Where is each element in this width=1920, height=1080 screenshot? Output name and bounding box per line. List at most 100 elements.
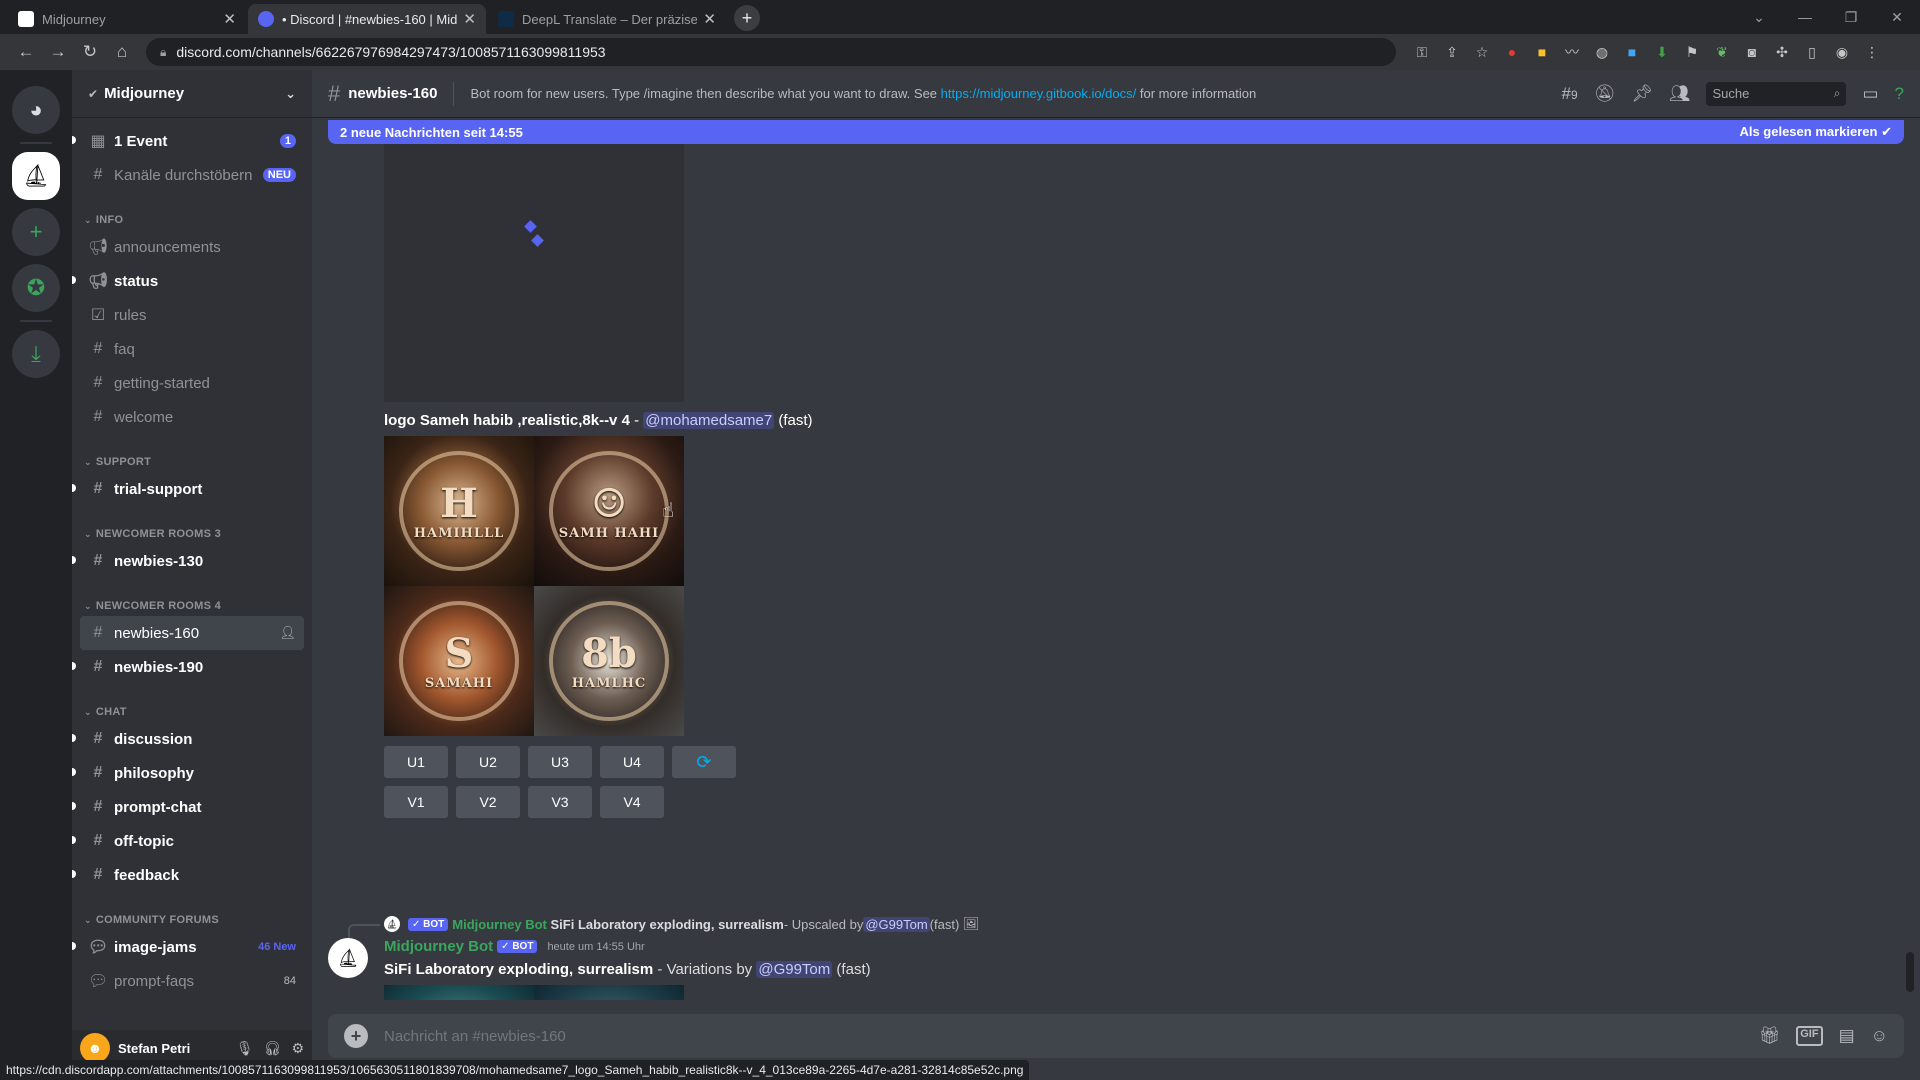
message-composer[interactable]: + Nachricht an #newbies-160 🎁︎ GIF ▤ ☺	[328, 1014, 1904, 1058]
variation-3-button[interactable]: V3	[528, 786, 592, 818]
category-chat[interactable]: ⌄ CHAT	[80, 694, 304, 722]
message-author[interactable]: Midjourney Bot	[384, 938, 493, 955]
new-messages-bar[interactable]: 2 neue Nachrichten seit 14:55 Als gelese…	[328, 120, 1904, 144]
channel-newbies-160[interactable]: # newbies-160 👤︎	[80, 616, 304, 650]
forward-icon[interactable]: →	[42, 42, 74, 62]
back-icon[interactable]: ←	[10, 42, 42, 62]
message-input[interactable]: Nachricht an #newbies-160	[384, 1028, 566, 1045]
emoji-icon[interactable]: ☺	[1871, 1026, 1888, 1046]
channel-topic[interactable]: Bot room for new users. Type /imagine th…	[470, 86, 1256, 101]
category-newcomer-rooms-3[interactable]: ⌄ NEWCOMER ROOMS 3	[80, 516, 304, 544]
channel-getting-started[interactable]: # getting-started	[80, 366, 304, 400]
username[interactable]: Stefan Petri	[118, 1041, 190, 1056]
chevron-down-icon[interactable]: ⌄	[285, 86, 296, 102]
category-newcomer-rooms-4[interactable]: ⌄ NEWCOMER ROOMS 4	[80, 588, 304, 616]
category-info[interactable]: ⌄ INFO	[80, 202, 304, 230]
user-mention[interactable]: @G99Tom	[756, 961, 833, 978]
minimize-icon[interactable]: —	[1782, 9, 1828, 25]
close-tab-icon[interactable]: ✕	[223, 10, 236, 28]
upscale-4-button[interactable]: U4	[600, 746, 664, 778]
events-row[interactable]: ▦ 1 Event 1	[72, 124, 304, 158]
adblock-icon[interactable]: ●	[1502, 44, 1522, 60]
tab-search-icon[interactable]: ⌄	[1736, 9, 1782, 26]
topic-docs-link[interactable]: https://midjourney.gitbook.io/docs/	[941, 86, 1137, 101]
threads-icon[interactable]: #9	[1562, 84, 1578, 104]
channel-off-topic[interactable]: # off-topic	[72, 824, 304, 858]
generated-image-4[interactable]: 8b HAMLHC	[534, 586, 684, 736]
globe-icon[interactable]: ◍	[1592, 44, 1612, 61]
extension-leaf-icon[interactable]: ❦	[1712, 44, 1732, 61]
gif-picker-button[interactable]: GIF	[1796, 1026, 1823, 1046]
menu-icon[interactable]: ⋮	[1862, 44, 1882, 61]
channel-trial-support[interactable]: # trial-support	[72, 472, 304, 506]
address-bar[interactable]: 🔒︎ discord.com/channels/6622679769842974…	[146, 38, 1396, 66]
generated-image-2[interactable]	[534, 985, 684, 1000]
avatar[interactable]: ⛵︎	[328, 938, 368, 978]
upscale-1-button[interactable]: U1	[384, 746, 448, 778]
pin-icon[interactable]: 📌︎	[1631, 84, 1653, 104]
sidepanel-icon[interactable]: ▯	[1802, 44, 1822, 61]
reload-icon[interactable]: ↻	[74, 42, 106, 62]
key-icon[interactable]: ⚿	[1412, 44, 1432, 61]
generated-image-1[interactable]	[384, 985, 534, 1000]
puzzle-icon[interactable]: ✣	[1772, 44, 1792, 61]
member-list-icon[interactable]: 👥︎	[1669, 84, 1691, 104]
forum-prompt-faqs[interactable]: 💬︎ prompt-faqs 84	[80, 964, 304, 998]
variation-4-button[interactable]: V4	[600, 786, 664, 818]
upscale-3-button[interactable]: U3	[528, 746, 592, 778]
mute-microphone-icon[interactable]: 🎙︎	[236, 1040, 254, 1057]
close-tab-icon[interactable]: ✕	[463, 10, 476, 28]
variation-2-button[interactable]: V2	[456, 786, 520, 818]
scrollbar[interactable]	[1906, 144, 1914, 1014]
search-input[interactable]: Suche ⌕	[1706, 81, 1847, 106]
upscale-2-button[interactable]: U2	[456, 746, 520, 778]
invite-user-icon[interactable]: 👤︎	[279, 625, 296, 641]
channel-welcome[interactable]: # welcome	[80, 400, 304, 434]
close-tab-icon[interactable]: ✕	[703, 10, 716, 28]
gift-icon[interactable]: 🎁︎	[1759, 1026, 1781, 1046]
scrollbar-thumb[interactable]	[1906, 952, 1914, 992]
discord-home-icon[interactable]: ◕	[12, 86, 60, 134]
channel-philosophy[interactable]: # philosophy	[72, 756, 304, 790]
inbox-icon[interactable]: ▭	[1862, 84, 1878, 104]
browser-tab-deepl[interactable]: DeepL Translate – Der präziseste ✕	[488, 4, 726, 34]
category-support[interactable]: ⌄ SUPPORT	[80, 444, 304, 472]
forum-image-jams[interactable]: 💬︎ image-jams 46 New	[72, 930, 304, 964]
settings-gear-icon[interactable]: ⚙	[291, 1040, 304, 1057]
user-mention[interactable]: @mohamedsame7	[643, 412, 775, 429]
upload-plus-icon[interactable]: +	[344, 1024, 368, 1048]
variation-1-button[interactable]: V1	[384, 786, 448, 818]
home-icon[interactable]: ⌂	[106, 42, 138, 62]
category-community-forums[interactable]: ⌄ COMMUNITY FORUMS	[80, 902, 304, 930]
channel-newbies-190[interactable]: # newbies-190	[72, 650, 304, 684]
avatar[interactable]: ☻	[80, 1033, 110, 1063]
help-icon[interactable]: ?	[1895, 84, 1904, 104]
channel-discussion[interactable]: # discussion	[72, 722, 304, 756]
generated-image-3[interactable]: S SAMAHI	[384, 586, 534, 736]
user-mention[interactable]: @G99Tom	[863, 916, 930, 932]
new-tab-button[interactable]: +	[734, 5, 760, 31]
channel-newbies-130[interactable]: # newbies-130	[72, 544, 304, 578]
download-arrow-icon[interactable]: ⬇	[1652, 44, 1672, 61]
notification-bell-muted-icon[interactable]: 🔕︎	[1594, 84, 1616, 104]
mark-as-read-button[interactable]: Als gelesen markieren ✔︎	[1739, 124, 1892, 140]
channel-status[interactable]: 📢︎ status	[72, 264, 304, 298]
reply-author[interactable]: Midjourney Bot	[452, 917, 547, 932]
lock-icon[interactable]: 🔒︎	[160, 45, 166, 60]
restore-icon[interactable]: ❐	[1828, 9, 1874, 26]
midjourney-server-icon[interactable]: ⛵︎	[12, 152, 60, 200]
camera-icon[interactable]: ◙	[1742, 44, 1762, 60]
browser-tab-discord[interactable]: • Discord | #newbies-160 | Midjo ✕	[248, 4, 486, 34]
guild-header[interactable]: ✔ Midjourney ⌄	[72, 70, 312, 118]
extension-yellow-icon[interactable]: ■	[1532, 44, 1552, 60]
browser-tab-midjourney[interactable]: Midjourney ✕	[8, 4, 246, 34]
channel-announcements[interactable]: 📢︎ announcements	[80, 230, 304, 264]
channel-rules[interactable]: ☑ rules	[80, 298, 304, 332]
download-apps-icon[interactable]: ⤓	[12, 330, 60, 378]
channel-faq[interactable]: # faq	[80, 332, 304, 366]
reroll-icon[interactable]: ⟳	[672, 746, 736, 778]
star-icon[interactable]: ☆	[1472, 44, 1492, 61]
profile-avatar-icon[interactable]: ◉	[1832, 44, 1852, 61]
reply-reference[interactable]: ⛵︎ ✓ BOT Midjourney Bot SiFi Laboratory …	[348, 916, 979, 938]
close-window-icon[interactable]: ✕	[1874, 9, 1920, 26]
